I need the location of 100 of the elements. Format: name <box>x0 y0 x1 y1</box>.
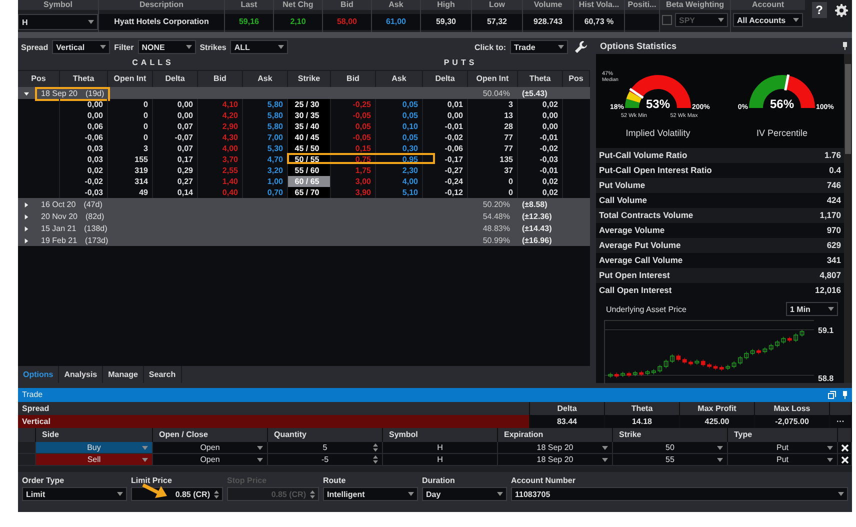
open-close-dropdown[interactable]: Open <box>153 454 268 466</box>
quantity-field[interactable]: 5 <box>268 442 383 454</box>
expiration-dropdown[interactable]: 18 Sep 20 <box>498 442 613 454</box>
side-dropdown[interactable]: Buy <box>36 442 153 454</box>
stat-value: 12,016 <box>815 284 841 297</box>
stat-label: Average Put Volume <box>599 239 681 252</box>
column-header: Theta <box>605 402 680 415</box>
account-dropdown[interactable]: All Accounts <box>733 13 803 27</box>
tab[interactable]: Options <box>18 366 60 383</box>
scrollbar-thumb[interactable] <box>845 64 851 154</box>
settings-icon[interactable] <box>835 4 848 17</box>
expand-icon[interactable] <box>24 202 29 208</box>
table-cell: 0 <box>108 132 153 143</box>
table-cell: 0,01 <box>423 99 468 110</box>
column-header: Symbol <box>18 0 98 10</box>
pin-icon[interactable] <box>842 391 848 399</box>
caret-icon <box>838 492 844 496</box>
caret-icon <box>558 45 564 49</box>
column-header: Open / Close <box>153 428 268 442</box>
remove-leg-button[interactable] <box>838 454 852 466</box>
help-button[interactable]: ? <box>812 2 827 18</box>
quantity-field[interactable]: -5 <box>268 454 383 466</box>
strike-dropdown[interactable]: 50 <box>613 442 728 454</box>
filter-dropdown[interactable]: NONE <box>138 40 196 54</box>
expand-icon[interactable] <box>24 226 29 232</box>
table-cell: -0,01 <box>518 132 563 143</box>
close-icon[interactable] <box>840 456 848 464</box>
dropdown[interactable]: 11083705 <box>511 487 848 501</box>
type-dropdown[interactable]: Put <box>728 442 838 454</box>
restore-icon[interactable] <box>828 391 836 399</box>
spread-dropdown[interactable]: Vertical <box>52 40 110 54</box>
tab[interactable]: Search <box>144 366 182 383</box>
expiration-dropdown[interactable]: 18 Sep 20 <box>498 454 613 466</box>
strike-cell[interactable]: 25 / 30 <box>288 99 331 110</box>
caret-icon <box>142 458 148 462</box>
table-cell: 0,00 <box>60 110 108 121</box>
caret-icon <box>257 458 263 462</box>
table-cell: 2,55 <box>198 165 243 176</box>
tab[interactable]: Manage <box>103 366 144 383</box>
stat-label: Call Open Interest <box>599 284 672 297</box>
checkbox[interactable] <box>662 15 672 25</box>
expected-move: (±16.96) <box>521 235 553 247</box>
tab[interactable]: Analysis <box>59 366 104 383</box>
type-dropdown[interactable]: Put <box>728 454 838 466</box>
field-label: Account Number <box>511 476 576 486</box>
collapse-icon[interactable] <box>24 91 29 97</box>
table-cell: 0,00 <box>518 121 563 132</box>
table-cell: -0,27 <box>423 165 468 176</box>
column-header: Last <box>225 0 273 10</box>
gauge-needle <box>629 88 644 99</box>
column-header: Type <box>728 428 838 442</box>
close-icon[interactable] <box>840 444 848 452</box>
strikes-dropdown[interactable]: ALL <box>230 40 288 54</box>
table-cell: -0,01 <box>518 165 563 176</box>
open-close-dropdown[interactable]: Open <box>153 442 268 454</box>
stat-value: 629 <box>826 239 841 252</box>
gauge-needle <box>784 74 790 91</box>
more-button[interactable]: ··· <box>830 415 852 428</box>
expand-icon[interactable] <box>24 214 29 220</box>
stat-label: Call Volume <box>599 194 648 207</box>
table-cell: 0,05 <box>376 132 423 143</box>
axis-label: 59.1 <box>818 326 835 335</box>
strike-cell[interactable]: 30 / 35 <box>288 110 331 121</box>
click-action-dropdown[interactable]: Trade <box>510 40 568 54</box>
strike-cell[interactable]: 65 / 70 <box>288 187 331 198</box>
gauge-label: Implied Volatility <box>626 128 690 138</box>
table-cell: -0,06 <box>423 143 468 154</box>
pin-icon[interactable] <box>842 42 848 50</box>
implied-volatility: 54.48% <box>482 211 511 223</box>
strike-cell[interactable]: 45 / 50 <box>288 143 331 154</box>
field-label: Order Type <box>22 476 66 486</box>
table-cell: 0,02 <box>60 165 108 176</box>
symbol-dropdown[interactable]: H <box>18 14 98 30</box>
caret-icon <box>408 492 414 496</box>
table-cell: -0,06 <box>60 132 108 143</box>
strike-dropdown[interactable]: 55 <box>613 454 728 466</box>
table-cell: -0,03 <box>518 154 563 165</box>
expand-icon[interactable] <box>24 238 29 244</box>
gauge-drawing <box>749 75 815 108</box>
wrench-icon[interactable] <box>575 41 587 53</box>
caret-icon <box>827 446 833 450</box>
side-dropdown[interactable]: Sell <box>36 454 153 466</box>
dropdown[interactable]: Limit <box>22 487 127 501</box>
column-header: Account <box>731 0 805 10</box>
strikes-label: Strikes <box>200 42 226 52</box>
caret-icon <box>117 492 123 496</box>
strike-cell[interactable]: 55 / 60 <box>288 165 331 176</box>
stat-value: 746 <box>826 179 841 192</box>
remove-leg-button[interactable] <box>838 442 852 454</box>
table-cell: 0,03 <box>60 154 108 165</box>
implied-volatility: 48.83% <box>482 223 511 235</box>
table-cell: 0,05 <box>376 99 423 110</box>
interval-dropdown[interactable]: 1 Min <box>786 302 838 316</box>
strike-cell[interactable]: 40 / 45 <box>288 132 331 143</box>
expected-move: (±8.58) <box>521 199 548 211</box>
caret-icon <box>142 446 148 450</box>
strike-cell[interactable]: 35 / 40 <box>288 121 331 132</box>
stat-label: Average Call Volume <box>599 254 683 267</box>
dropdown[interactable]: Intelligent <box>323 487 418 501</box>
dropdown[interactable]: Day <box>422 487 507 501</box>
